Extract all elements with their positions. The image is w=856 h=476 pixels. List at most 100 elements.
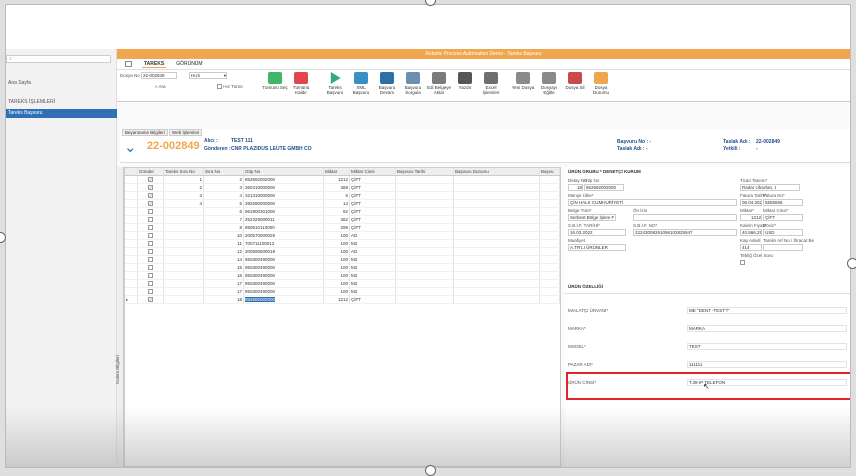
cell-gonder[interactable] <box>138 208 164 215</box>
hiz-tumu-checkbox[interactable]: Hız Tümü <box>217 84 243 90</box>
gonder-checkbox[interactable] <box>148 281 153 287</box>
ticari-tanimi-field[interactable]: Radar cihazları, t <box>740 184 800 191</box>
fatura-tarihi-field[interactable]: 06.04.2022 <box>740 199 762 206</box>
table-row[interactable]: 10 200570000029 100 AD <box>125 232 560 240</box>
teblig-checkbox[interactable] <box>740 260 745 265</box>
pazar-adi-field[interactable]: 111111 <box>687 361 847 368</box>
miktar-cinsi-field[interactable]: ÇİFT <box>763 214 803 221</box>
table-row[interactable]: 11 700711100012 100 M2 <box>125 240 560 248</box>
table-row[interactable]: 12 300590500019 100 AD <box>125 248 560 256</box>
table-row[interactable]: ✓ 3 4 321310000000 6 ÇİFT <box>125 192 560 200</box>
collapse-chevron-icon[interactable]: ⌄ <box>124 138 137 156</box>
gonder-checkbox[interactable] <box>148 265 153 271</box>
gonder-checkbox[interactable] <box>148 273 153 279</box>
nav-search-input[interactable]: ⌕ <box>6 55 111 63</box>
tumunu-kaldir-button[interactable]: Tümünü Kaldır <box>288 72 314 95</box>
col-basvuru-durumu[interactable]: Başvuru Durumu <box>454 168 540 175</box>
cell-gonder[interactable] <box>138 216 164 223</box>
col-gtip-no[interactable]: Gtip No <box>244 168 324 175</box>
cell-gonder[interactable] <box>138 288 164 295</box>
tab-tareks[interactable]: TAREKS <box>142 61 167 68</box>
gonder-checkbox[interactable] <box>148 257 153 263</box>
dosya-durumu-button[interactable]: Dosya Durumu <box>588 72 614 95</box>
table-row[interactable]: ✓ 4 5 392690000000 14 ÇİFT <box>125 200 560 208</box>
detay-no-field[interactable]: 18 <box>568 184 583 191</box>
dosya-sil-button[interactable]: Dosya Sil <box>562 72 588 90</box>
nav-item-tareks-islemleri[interactable]: TAREKS İŞLEMLERİ <box>6 98 117 107</box>
cell-gonder[interactable]: ✓ <box>138 200 164 207</box>
gonder-checkbox[interactable] <box>148 241 153 247</box>
sbif-no-field[interactable]: 22243008261096102825947 <box>633 229 737 236</box>
gonder-checkbox[interactable] <box>148 217 153 223</box>
marka-field[interactable]: MARKA <box>687 325 847 332</box>
col-miktar[interactable]: Miktar <box>324 168 350 175</box>
gonder-checkbox[interactable]: ✓ <box>148 177 153 183</box>
table-row[interactable]: 14 950300490000 100 M2 <box>125 256 560 264</box>
cell-gonder[interactable] <box>138 224 164 231</box>
table-row[interactable]: 17 950300490000 100 M2 <box>125 288 560 296</box>
col-sira-no[interactable]: Sıra No <box>204 168 244 175</box>
urun-cinsi-field[interactable]: T.39-IP TELEFON <box>687 379 847 386</box>
tareks-basvuru-button[interactable]: Tareks Başvuru <box>322 72 348 95</box>
cell-gonder[interactable] <box>138 240 164 247</box>
model-field[interactable]: TEST <box>687 343 847 350</box>
xml-basvuru-button[interactable]: XML Başvuru <box>348 72 374 95</box>
table-row[interactable]: ✓ 1 2 852692002000 1212 ÇİFT <box>125 176 560 184</box>
cell-gonder[interactable]: ✓ <box>138 176 164 183</box>
tumunu-sec-button[interactable]: Tümünü Seç <box>262 72 288 90</box>
table-row[interactable]: 8 850610110000 299 ÇİFT <box>125 224 560 232</box>
gonder-checkbox[interactable]: ✓ <box>148 297 153 303</box>
gonder-checkbox[interactable] <box>148 209 153 215</box>
gonder-checkbox[interactable] <box>148 289 153 295</box>
fatura-no-field[interactable]: 5555555 <box>763 199 803 206</box>
table-row[interactable]: ✓ 2 3 360410000000 368 ÇİFT <box>125 184 560 192</box>
col-basvu[interactable]: Başvu <box>540 168 560 175</box>
table-row[interactable]: 15 950300490000 100 M2 <box>125 264 560 272</box>
tab-beyanname-bilgileri[interactable]: Beyanname Bilgileri <box>122 129 168 136</box>
resize-handle-right[interactable] <box>847 258 856 269</box>
kalem-fiyati-field[interactable]: 40.566,29 <box>740 229 762 236</box>
cell-gonder[interactable] <box>138 280 164 287</box>
basvuru-devam-button[interactable]: Başvuru Devam <box>374 72 400 95</box>
table-row[interactable]: 6 961900301000 92 ÇİFT <box>125 208 560 216</box>
gonder-checkbox[interactable] <box>148 233 153 239</box>
belge-turu-select[interactable]: Serbest Bölge İşlem F <box>568 214 616 221</box>
resize-handle-bottom[interactable] <box>425 465 436 476</box>
table-row[interactable]: ▸ ✓ 18 852692002000 1212 ÇİFT <box>125 296 560 304</box>
nav-item-tareks-basvuru[interactable]: Tareks Başvuru <box>6 109 117 118</box>
tareks-ref-field[interactable] <box>763 244 803 251</box>
cell-gonder[interactable] <box>138 232 164 239</box>
gonder-checkbox[interactable] <box>148 249 153 255</box>
cell-gonder[interactable] <box>138 248 164 255</box>
doviz-field[interactable]: USD <box>763 229 803 236</box>
col-miktar-cinsi[interactable]: Miktar Cinsi <box>350 168 396 175</box>
cell-gonder[interactable]: ✓ <box>138 192 164 199</box>
nav-item-ana-sayfa[interactable]: Ana Sayfa <box>6 79 117 88</box>
hizli-select[interactable]: Hızlı ▾ <box>189 72 227 79</box>
dosyayi-egitle-button[interactable]: Dosyayı Eğitle <box>536 72 562 95</box>
cell-gonder[interactable] <box>138 272 164 279</box>
yeni-dosya-button[interactable]: Yeni Dosya <box>510 72 536 90</box>
cell-gonder[interactable] <box>138 256 164 263</box>
edi-belgeye-aktar-button[interactable]: Edi Belgeye Aktar <box>426 72 452 95</box>
miktar-field[interactable]: 1212 <box>740 214 762 221</box>
gonder-checkbox[interactable] <box>148 225 153 231</box>
gonder-checkbox[interactable]: ✓ <box>148 185 153 191</box>
excel-islemleri-button[interactable]: Excel İşlemleri <box>478 72 504 95</box>
basvuru-sorgula-button[interactable]: Başvuru Sorgula <box>400 72 426 95</box>
yazdir-button[interactable]: Yazdır <box>452 72 478 90</box>
cell-gonder[interactable] <box>138 264 164 271</box>
on-izin-field[interactable] <box>633 214 737 221</box>
ara-button[interactable]: ⌕ Ara <box>155 84 166 89</box>
table-row[interactable]: 16 950300490000 100 M2 <box>125 272 560 280</box>
cell-gonder[interactable]: ✓ <box>138 184 164 191</box>
table-row[interactable]: 7 252329000011 362 ÇİFT <box>125 216 560 224</box>
gtip-no-field[interactable]: 852692002000 <box>584 184 624 191</box>
sbif-tarihi-field[interactable]: 16.03.2022 <box>568 229 626 236</box>
kap-adedi-field[interactable]: 414 <box>740 244 762 251</box>
col-tareks-sira-no[interactable]: Tareks Sıra No <box>164 168 204 175</box>
col-basvuru-tarihi[interactable]: Başvuru Tarihi <box>396 168 454 175</box>
imalatci-field[interactable]: ME "DENT -TEST"/" <box>687 307 847 314</box>
tab-gorunum[interactable]: GÖRÜNÜM <box>176 61 202 67</box>
cell-gonder[interactable]: ✓ <box>138 296 164 303</box>
